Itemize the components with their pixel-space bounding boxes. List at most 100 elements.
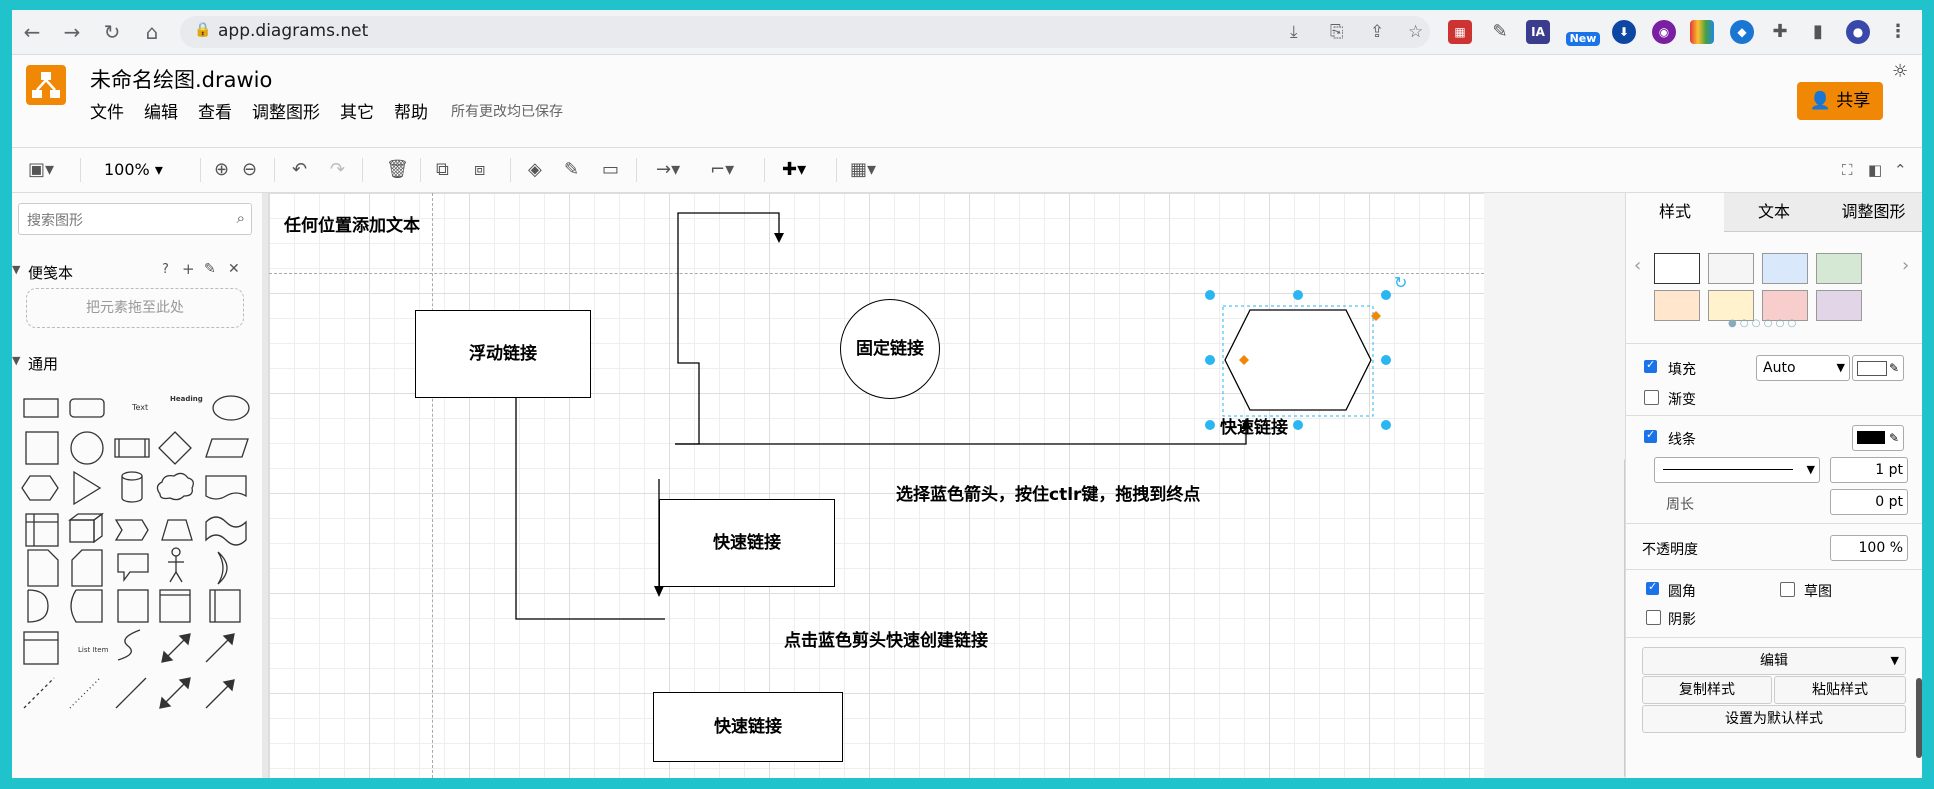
line-checkbox[interactable] [1644,428,1657,443]
url-text[interactable]: app.diagrams.net [218,21,368,41]
page-dots[interactable]: ● ○ ○ ○ ○ ○ [1728,318,1796,329]
home-icon[interactable]: ⌂ [138,18,166,46]
save-status[interactable]: 所有更改均已保存 [451,101,563,121]
reload-icon[interactable]: ↻ [98,18,126,46]
format-panel-icon[interactable]: ◧ [1868,156,1882,184]
free-text-label[interactable]: 任何位置添加文本 [284,211,420,236]
hex-shape-label[interactable]: 快速链接 [1220,413,1288,438]
extension-color-icon[interactable]: ◉ [1652,20,1676,44]
perimeter-input[interactable]: 0 pt [1830,489,1908,515]
connection-icon[interactable]: →▾ [656,156,680,184]
to-front-icon[interactable]: ⧉ [436,156,449,184]
extension-drop-icon[interactable]: ◆ [1730,20,1754,44]
fill-checkbox[interactable] [1644,358,1657,373]
quick-link-box-2[interactable]: 快速链接 [653,692,843,762]
line-color-button[interactable]: ✎ [1852,425,1904,451]
search-icon[interactable]: ⌕ [237,209,245,227]
share-page-icon[interactable]: ⇪ [1370,22,1384,42]
paste-style-button[interactable]: 粘贴样式 [1774,676,1906,704]
extensions-puzzle-icon[interactable]: ✚ [1768,20,1792,44]
page-action-icon[interactable]: ⎘ [1330,22,1344,42]
style-swatch[interactable] [1654,290,1700,321]
table-icon[interactable]: ▦▾ [850,156,876,184]
style-swatch[interactable] [1816,253,1862,284]
menu-extras[interactable]: 其它 [340,103,374,123]
address-bar[interactable]: 🔒 app.diagrams.net ⤓ ⎘ ⇪ ☆ [180,16,1430,48]
zoom-out-icon[interactable]: ⊖ [242,156,257,184]
set-default-style-button[interactable]: 设置为默认样式 [1642,705,1906,733]
extension-palette-icon[interactable] [1690,20,1714,44]
browser-menu-icon[interactable]: ⋮ [1886,20,1910,44]
extension-download-icon[interactable]: ⬇ [1612,20,1636,44]
chevron-right-icon[interactable]: › [1902,255,1909,276]
tab-text[interactable]: 文本 [1724,193,1824,232]
fill-color-icon[interactable]: ◈ [528,156,542,184]
menu-arrange[interactable]: 调整图形 [252,103,320,123]
search-shapes-input[interactable]: 搜索图形 ⌕ [18,203,252,235]
to-back-icon[interactable]: ⧈ [474,156,485,184]
tab-arrange[interactable]: 调整图形 [1824,193,1922,232]
zoom-in-icon[interactable]: ⊕ [214,156,229,184]
quick-link-box-1[interactable]: 快速链接 [659,499,835,587]
shadow-icon[interactable]: ▭ [602,156,619,184]
extension-ia-icon[interactable]: IA [1526,20,1550,44]
scratchpad-dropzone[interactable]: 把元素拖至此处 [26,288,244,328]
waypoints-icon[interactable]: ⌐▾ [710,156,734,184]
opacity-input[interactable]: 100 % [1830,535,1908,561]
undo-icon[interactable]: ↶ [292,156,307,184]
edit-icon[interactable]: ✎ [204,261,216,277]
redo-icon[interactable]: ↷ [330,156,345,184]
insert-icon[interactable]: ✚▾ [782,156,806,184]
style-swatch[interactable] [1762,253,1808,284]
tab-style[interactable]: 样式 [1626,193,1724,231]
gradient-checkbox[interactable] [1644,390,1659,405]
line-color-icon[interactable]: ✎ [564,156,579,184]
menu-view[interactable]: 查看 [198,103,232,123]
scratchpad-header[interactable]: ▼ 便笺本 ? + ✎ ✕ [12,257,258,287]
collapse-icon[interactable]: ⌃ [1894,156,1907,184]
fill-mode-select[interactable]: Auto ▼ [1756,355,1850,381]
bookmark-star-icon[interactable]: ☆ [1408,22,1423,42]
menu-help[interactable]: 帮助 [394,103,428,123]
style-swatch[interactable] [1762,290,1808,321]
close-icon[interactable]: ✕ [228,261,240,277]
shadow-checkbox[interactable] [1646,610,1661,625]
menu-file[interactable]: 文件 [90,103,124,123]
diagram-canvas[interactable]: ↻ 任何位置添加文本 浮动链接 固定链接 快速链接 快速链接 快速链接 选择蓝色… [269,193,1634,778]
profile-avatar[interactable]: ● [1846,20,1870,44]
document-title[interactable]: 未命名绘图.drawio [90,64,272,94]
sketch-checkbox[interactable] [1780,582,1795,597]
style-swatch[interactable] [1708,253,1754,284]
back-icon[interactable]: ← [18,18,46,46]
side-panel-icon[interactable]: ▮ [1806,20,1830,44]
extension-calendar-icon[interactable]: ▦ [1448,20,1472,44]
copy-style-button[interactable]: 复制样式 [1642,676,1772,704]
instruction-text-2[interactable]: 点击蓝色剪头快速创建链接 [784,626,988,651]
rounded-checkbox[interactable] [1646,580,1659,595]
share-button[interactable]: 👤 共享 [1797,82,1883,120]
floating-link-box[interactable]: 浮动链接 [415,310,591,398]
fixed-link-circle[interactable]: 固定链接 [840,299,940,399]
line-pattern-select[interactable]: ▼ [1654,457,1820,483]
install-icon[interactable]: ⤓ [1290,22,1298,42]
view-panels-icon[interactable]: ▣▾ [28,156,54,184]
delete-icon[interactable]: 🗑 [386,156,409,184]
fill-color-button[interactable]: ✎ [1852,355,1904,381]
style-swatch[interactable] [1708,290,1754,321]
general-header[interactable]: ▼ 通用 [12,348,258,378]
zoom-select[interactable]: 100% ▾ [104,156,163,184]
theme-icon[interactable]: ☼ [1892,61,1908,82]
add-icon[interactable]: + [182,260,195,278]
format-scrollbar[interactable] [1916,678,1922,758]
instruction-text-1[interactable]: 选择蓝色箭头，按住ctlr键，拖拽到终点 [896,480,1200,505]
shape-grid[interactable] [20,390,260,778]
menu-edit[interactable]: 编辑 [144,103,178,123]
shapes-scrollbar[interactable] [262,193,268,778]
forward-icon[interactable]: → [58,18,86,46]
eyedropper-icon[interactable]: ✎ [1488,20,1512,44]
style-swatch[interactable] [1654,253,1700,284]
edit-dropdown[interactable]: 编辑 ▼ [1642,647,1906,675]
chevron-left-icon[interactable]: ‹ [1634,255,1641,276]
style-swatch[interactable] [1816,290,1862,321]
help-icon[interactable]: ? [162,262,169,277]
